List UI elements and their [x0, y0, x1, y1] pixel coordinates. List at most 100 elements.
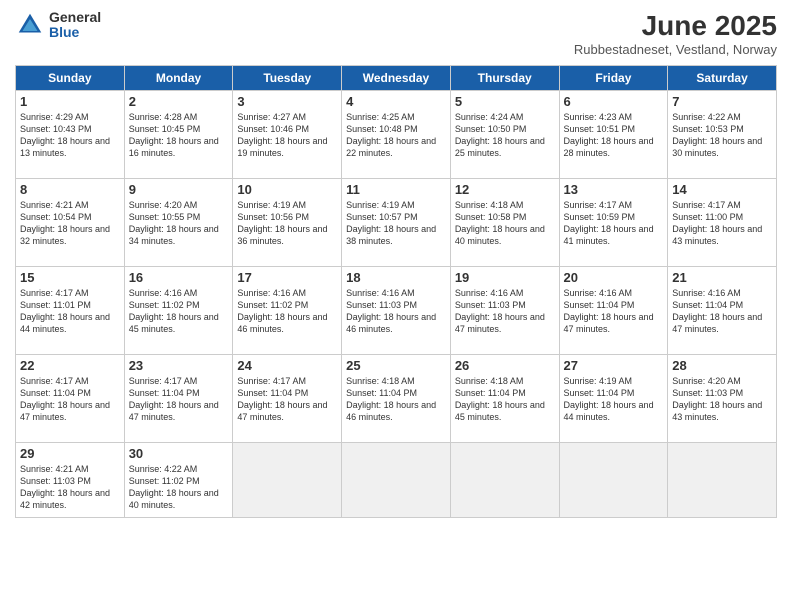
- cell-text: Sunrise: 4:22 AMSunset: 11:02 PMDaylight…: [129, 463, 229, 512]
- day-of-week-thursday: Thursday: [450, 66, 559, 91]
- calendar-cell: 3 Sunrise: 4:27 AMSunset: 10:46 PMDayligh…: [233, 91, 342, 179]
- day-number: 15: [20, 270, 120, 285]
- calendar-cell: 17Sunrise: 4:16 AMSunset: 11:02 PMDaylig…: [233, 267, 342, 355]
- day-number: 21: [672, 270, 772, 285]
- day-number: 9: [129, 182, 229, 197]
- cell-text: Sunrise: 4:23 AMSunset: 10:51 PMDaylight…: [564, 111, 664, 160]
- calendar-cell: 9 Sunrise: 4:20 AMSunset: 10:55 PMDayligh…: [124, 179, 233, 267]
- calendar-cell: 2 Sunrise: 4:28 AMSunset: 10:45 PMDayligh…: [124, 91, 233, 179]
- day-number: 28: [672, 358, 772, 373]
- calendar-cell: 24 Sunrise: 4:17 AMSunset: 11:04 PMDaylig…: [233, 355, 342, 443]
- calendar-cell: 13 Sunrise: 4:17 AMSunset: 10:59 PMDaylig…: [559, 179, 668, 267]
- day-number: 18: [346, 270, 446, 285]
- calendar-header-row: SundayMondayTuesdayWednesdayThursdayFrid…: [16, 66, 777, 91]
- page: General Blue June 2025 Rubbestadneset, V…: [0, 0, 792, 612]
- logo-blue: Blue: [49, 25, 101, 40]
- cell-text: Sunrise: 4:19 AMSunset: 10:57 PMDaylight…: [346, 199, 446, 248]
- calendar-week-3: 15 Sunrise: 4:17 AMSunset: 11:01 PMDaylig…: [16, 267, 777, 355]
- cell-text: Sunrise: 4:28 AMSunset: 10:45 PMDaylight…: [129, 111, 229, 160]
- calendar-cell: 5 Sunrise: 4:24 AMSunset: 10:50 PMDayligh…: [450, 91, 559, 179]
- cell-text: Sunrise: 4:20 AMSunset: 10:55 PMDaylight…: [129, 199, 229, 248]
- cell-text: Sunrise: 4:18 AMSunset: 10:58 PMDaylight…: [455, 199, 555, 248]
- day-number: 27: [564, 358, 664, 373]
- cell-text: Sunrise: 4:17 AMSunset: 10:59 PMDaylight…: [564, 199, 664, 248]
- cell-text: Sunrise: 4:21 AMSunset: 10:54 PMDaylight…: [20, 199, 120, 248]
- calendar-cell: [342, 443, 451, 518]
- day-number: 5: [455, 94, 555, 109]
- day-of-week-saturday: Saturday: [668, 66, 777, 91]
- calendar-cell: 12 Sunrise: 4:18 AMSunset: 10:58 PMDaylig…: [450, 179, 559, 267]
- logo-text: General Blue: [49, 10, 101, 41]
- cell-text: Sunrise: 4:19 AMSunset: 10:56 PMDaylight…: [237, 199, 337, 248]
- calendar-cell: [668, 443, 777, 518]
- cell-text: Sunrise: 4:29 AMSunset: 10:43 PMDaylight…: [20, 111, 120, 160]
- title-area: June 2025 Rubbestadneset, Vestland, Norw…: [574, 10, 777, 57]
- cell-text: Sunrise: 4:17 AMSunset: 11:04 PMDaylight…: [20, 375, 120, 424]
- calendar-cell: 16 Sunrise: 4:16 AMSunset: 11:02 PMDaylig…: [124, 267, 233, 355]
- calendar-cell: [559, 443, 668, 518]
- logo: General Blue: [15, 10, 101, 41]
- calendar-cell: 26Sunrise: 4:18 AMSunset: 11:04 PMDaylig…: [450, 355, 559, 443]
- day-number: 7: [672, 94, 772, 109]
- calendar-week-2: 8 Sunrise: 4:21 AMSunset: 10:54 PMDayligh…: [16, 179, 777, 267]
- calendar-week-5: 29 Sunrise: 4:21 AMSunset: 11:03 PMDaylig…: [16, 443, 777, 518]
- logo-general: General: [49, 10, 101, 25]
- calendar-cell: [233, 443, 342, 518]
- calendar-cell: 27 Sunrise: 4:19 AMSunset: 11:04 PMDaylig…: [559, 355, 668, 443]
- day-number: 12: [455, 182, 555, 197]
- cell-text: Sunrise: 4:22 AMSunset: 10:53 PMDaylight…: [672, 111, 772, 160]
- day-number: 25: [346, 358, 446, 373]
- calendar-cell: 10Sunrise: 4:19 AMSunset: 10:56 PMDaylig…: [233, 179, 342, 267]
- cell-text: Sunrise: 4:16 AMSunset: 11:04 PMDaylight…: [672, 287, 772, 336]
- cell-text: Sunrise: 4:17 AMSunset: 11:04 PMDaylight…: [237, 375, 337, 424]
- cell-text: Sunrise: 4:17 AMSunset: 11:00 PMDaylight…: [672, 199, 772, 248]
- calendar-cell: 11 Sunrise: 4:19 AMSunset: 10:57 PMDaylig…: [342, 179, 451, 267]
- day-number: 22: [20, 358, 120, 373]
- location: Rubbestadneset, Vestland, Norway: [574, 42, 777, 57]
- cell-text: Sunrise: 4:27 AMSunset: 10:46 PMDaylight…: [237, 111, 337, 160]
- calendar-cell: 20Sunrise: 4:16 AMSunset: 11:04 PMDaylig…: [559, 267, 668, 355]
- cell-text: Sunrise: 4:19 AMSunset: 11:04 PMDaylight…: [564, 375, 664, 424]
- calendar-cell: 22 Sunrise: 4:17 AMSunset: 11:04 PMDaylig…: [16, 355, 125, 443]
- day-number: 11: [346, 182, 446, 197]
- calendar-cell: 21 Sunrise: 4:16 AMSunset: 11:04 PMDaylig…: [668, 267, 777, 355]
- day-number: 29: [20, 446, 120, 461]
- cell-text: Sunrise: 4:20 AMSunset: 11:03 PMDaylight…: [672, 375, 772, 424]
- day-number: 23: [129, 358, 229, 373]
- cell-text: Sunrise: 4:17 AMSunset: 11:04 PMDaylight…: [129, 375, 229, 424]
- cell-text: Sunrise: 4:18 AMSunset: 11:04 PMDaylight…: [455, 375, 555, 424]
- day-number: 24: [237, 358, 337, 373]
- day-number: 2: [129, 94, 229, 109]
- calendar-cell: 30Sunrise: 4:22 AMSunset: 11:02 PMDaylig…: [124, 443, 233, 518]
- month-title: June 2025: [574, 10, 777, 42]
- day-number: 8: [20, 182, 120, 197]
- day-of-week-monday: Monday: [124, 66, 233, 91]
- day-of-week-friday: Friday: [559, 66, 668, 91]
- cell-text: Sunrise: 4:18 AMSunset: 11:04 PMDaylight…: [346, 375, 446, 424]
- cell-text: Sunrise: 4:16 AMSunset: 11:03 PMDaylight…: [455, 287, 555, 336]
- calendar-cell: 15 Sunrise: 4:17 AMSunset: 11:01 PMDaylig…: [16, 267, 125, 355]
- cell-text: Sunrise: 4:16 AMSunset: 11:02 PMDaylight…: [129, 287, 229, 336]
- day-number: 13: [564, 182, 664, 197]
- calendar-week-4: 22 Sunrise: 4:17 AMSunset: 11:04 PMDaylig…: [16, 355, 777, 443]
- calendar-cell: [450, 443, 559, 518]
- cell-text: Sunrise: 4:21 AMSunset: 11:03 PMDaylight…: [20, 463, 120, 512]
- calendar-cell: 25 Sunrise: 4:18 AMSunset: 11:04 PMDaylig…: [342, 355, 451, 443]
- cell-text: Sunrise: 4:24 AMSunset: 10:50 PMDaylight…: [455, 111, 555, 160]
- day-number: 3: [237, 94, 337, 109]
- calendar-week-1: 1Sunrise: 4:29 AMSunset: 10:43 PMDayligh…: [16, 91, 777, 179]
- calendar-cell: 7 Sunrise: 4:22 AMSunset: 10:53 PMDayligh…: [668, 91, 777, 179]
- day-number: 6: [564, 94, 664, 109]
- cell-text: Sunrise: 4:16 AMSunset: 11:04 PMDaylight…: [564, 287, 664, 336]
- calendar-cell: 6 Sunrise: 4:23 AMSunset: 10:51 PMDayligh…: [559, 91, 668, 179]
- day-number: 16: [129, 270, 229, 285]
- cell-text: Sunrise: 4:16 AMSunset: 11:02 PMDaylight…: [237, 287, 337, 336]
- calendar-cell: 19Sunrise: 4:16 AMSunset: 11:03 PMDaylig…: [450, 267, 559, 355]
- day-number: 4: [346, 94, 446, 109]
- cell-text: Sunrise: 4:17 AMSunset: 11:01 PMDaylight…: [20, 287, 120, 336]
- calendar-table: SundayMondayTuesdayWednesdayThursdayFrid…: [15, 65, 777, 518]
- day-number: 14: [672, 182, 772, 197]
- calendar-cell: 18 Sunrise: 4:16 AMSunset: 11:03 PMDaylig…: [342, 267, 451, 355]
- cell-text: Sunrise: 4:16 AMSunset: 11:03 PMDaylight…: [346, 287, 446, 336]
- calendar-cell: 1Sunrise: 4:29 AMSunset: 10:43 PMDayligh…: [16, 91, 125, 179]
